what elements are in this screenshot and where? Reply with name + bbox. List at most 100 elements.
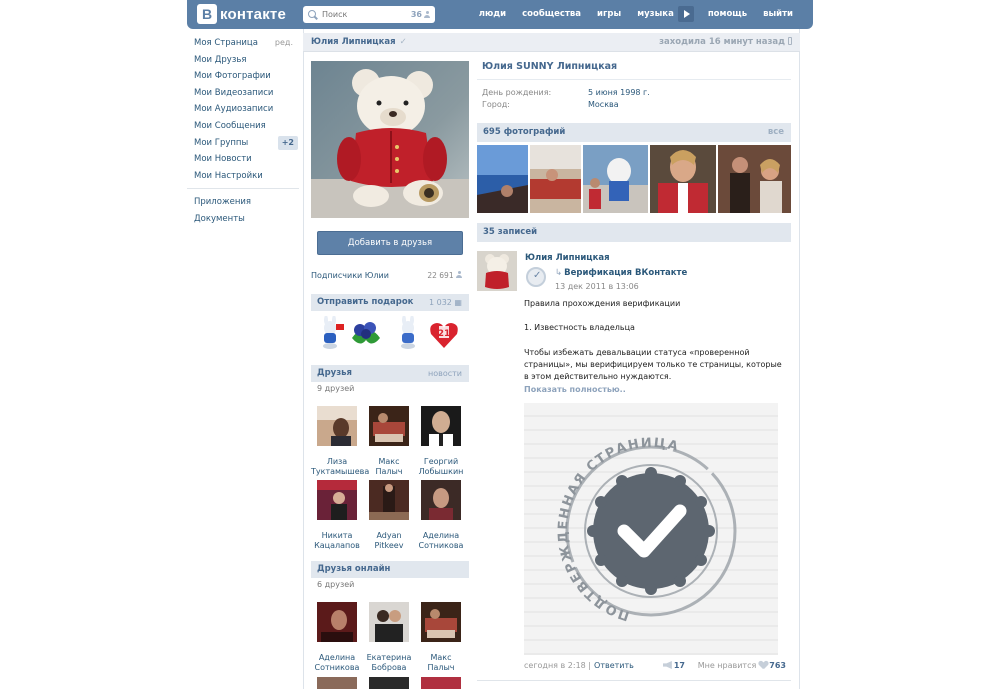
groups-badge: +2: [277, 135, 298, 150]
gift-heart-box[interactable]: 21: [428, 318, 460, 352]
menu-my-friends[interactable]: Мои Друзья: [187, 52, 299, 69]
verification-avatar-icon[interactable]: [526, 267, 546, 287]
photo-thumb[interactable]: [650, 145, 716, 213]
friend-card[interactable]: Аделина Сотникова: [415, 480, 467, 551]
gift-flower[interactable]: [350, 318, 382, 352]
like-label: Мне нравится: [697, 661, 757, 670]
photos-header[interactable]: 695 фотографий все: [477, 123, 791, 142]
menu-my-groups[interactable]: Мои Группы +2: [187, 135, 299, 152]
menu-my-audio[interactable]: Мои Аудиозаписи: [187, 101, 299, 118]
friend-photo: [421, 480, 461, 520]
megaphone-icon: [662, 661, 672, 669]
friend-photo: [369, 480, 409, 520]
photo-thumb[interactable]: [583, 145, 648, 213]
online-friend-card[interactable]: Екатерина Боброва: [363, 602, 415, 673]
repost-source[interactable]: ↳ Верификация ВКонтакте: [555, 268, 687, 278]
friend-name: Екатерина Боброва: [363, 653, 415, 673]
photo-thumb[interactable]: [718, 145, 791, 213]
nav-logout[interactable]: выйти: [755, 9, 801, 19]
like-button[interactable]: Мне нравится 763: [698, 661, 786, 670]
post-actions: 17 Мне нравится 763: [662, 661, 786, 670]
repost-date[interactable]: 13 дек 2011 в 13:06: [555, 282, 639, 291]
friend-card[interactable]: Георгий Лобышкин: [415, 406, 467, 477]
menu-my-videos[interactable]: Мои Видеозаписи: [187, 85, 299, 102]
post-text-line: 1. Известность владельца: [524, 323, 635, 332]
menu-my-settings[interactable]: Мои Настройки: [187, 168, 299, 185]
menu-documents[interactable]: Документы: [187, 211, 299, 228]
nav-music[interactable]: музыка: [629, 9, 682, 19]
friend-name: Никита Кацалапов: [311, 531, 363, 551]
vk-logo[interactable]: B контакте: [197, 4, 286, 24]
menu-label: Моя Страница: [194, 38, 258, 48]
wall-title: 35 записей: [483, 227, 538, 237]
like-count: 763: [769, 661, 786, 670]
friend-photo[interactable]: [317, 677, 357, 689]
photo-thumb[interactable]: [530, 145, 581, 213]
share-button[interactable]: 17: [662, 661, 685, 670]
gift-bunny-blue[interactable]: [392, 316, 424, 350]
friend-photo[interactable]: [369, 677, 409, 689]
post-author-avatar[interactable]: [477, 251, 517, 291]
friend-first-name: Екатерина: [366, 653, 412, 662]
reply-link[interactable]: Ответить: [594, 661, 634, 670]
nav-help[interactable]: помощь: [700, 9, 755, 19]
birthday-label: День рождения:: [482, 88, 552, 97]
verified-check-icon: ✓: [399, 37, 407, 47]
post-divider: [477, 680, 791, 681]
friends-online-header[interactable]: Друзья онлайн: [311, 561, 469, 578]
send-gift-header[interactable]: Отправить подарок 1 032 ▦: [311, 294, 469, 311]
friend-first-name: Никита: [321, 531, 353, 540]
post-author-name[interactable]: Юлия Липницкая: [525, 253, 610, 263]
edit-link[interactable]: ред.: [275, 35, 293, 52]
show-more-link[interactable]: Показать полностью..: [524, 385, 626, 394]
svg-text:21: 21: [438, 329, 451, 339]
gift-count: 1 032 ▦: [428, 298, 462, 307]
friend-photo[interactable]: [421, 677, 461, 689]
post-time[interactable]: сегодня в 2:18: [524, 661, 586, 670]
menu-my-page[interactable]: Моя Страница ред.: [187, 35, 299, 52]
photos-all-link[interactable]: все: [768, 123, 784, 142]
repost-source-name: Верификация ВКонтакте: [564, 268, 688, 278]
online-friend-card[interactable]: Аделина Сотникова: [311, 602, 363, 673]
city-value[interactable]: Москва: [588, 100, 619, 109]
birthday-value[interactable]: 5 июня 1998 г.: [588, 88, 650, 97]
left-menu: Моя Страница ред. Мои Друзья Мои Фотограф…: [187, 35, 299, 228]
friend-name: Аделина Сотникова: [311, 653, 363, 673]
post-footer: сегодня в 2:18 | Ответить 17 Мне нравится…: [524, 661, 786, 670]
online-friend-card[interactable]: Макс Палыч: [415, 602, 467, 673]
friend-photo: [317, 480, 357, 520]
menu-my-photos[interactable]: Мои Фотографии: [187, 68, 299, 85]
add-friend-button[interactable]: Добавить в друзья: [317, 231, 463, 255]
friend-photo: [369, 406, 409, 446]
menu-my-news[interactable]: Мои Новости: [187, 151, 299, 168]
profile-avatar[interactable]: [311, 61, 469, 218]
vk-logo-icon: B: [197, 4, 217, 24]
gift-count-value: 1 032: [428, 298, 452, 307]
subscribers-row[interactable]: Подписчики Юлии 22 691: [311, 271, 469, 280]
friends-header[interactable]: Друзья новости: [311, 365, 469, 382]
last-seen-status: заходила 16 минут назад: [659, 37, 792, 47]
menu-my-messages[interactable]: Мои Сообщения: [187, 118, 299, 135]
nav-communities[interactable]: сообщества: [514, 9, 589, 19]
nav-people[interactable]: люди: [471, 9, 514, 19]
menu-apps[interactable]: Приложения: [187, 194, 299, 211]
friend-card[interactable]: Лиза Туктамышева: [311, 406, 369, 477]
friend-card[interactable]: Макс Палыч: [363, 406, 415, 477]
friends-news-link[interactable]: новости: [428, 365, 462, 382]
friend-first-name: Аделина: [318, 653, 356, 662]
wall-header[interactable]: 35 записей: [477, 223, 791, 242]
nav-games[interactable]: игры: [589, 9, 629, 19]
friend-first-name: Adyan: [376, 531, 402, 540]
friends-title: Друзья: [317, 368, 352, 378]
photo-thumb[interactable]: [477, 145, 528, 213]
menu-divider: [187, 188, 299, 190]
post-image[interactable]: ПОДТВЕРЖДЕННАЯ СТРАНИЦА: [524, 403, 778, 655]
friend-card[interactable]: Adyan Pitkeev: [363, 480, 415, 551]
friend-photo: [317, 602, 357, 642]
search-input[interactable]: [322, 10, 411, 19]
search-box[interactable]: 36: [303, 6, 435, 23]
gift-bunny-flag[interactable]: [314, 316, 346, 350]
play-button[interactable]: [677, 5, 694, 22]
friend-card[interactable]: Никита Кацалапов: [311, 480, 363, 551]
friend-last-name: Pitkeev: [374, 541, 404, 550]
